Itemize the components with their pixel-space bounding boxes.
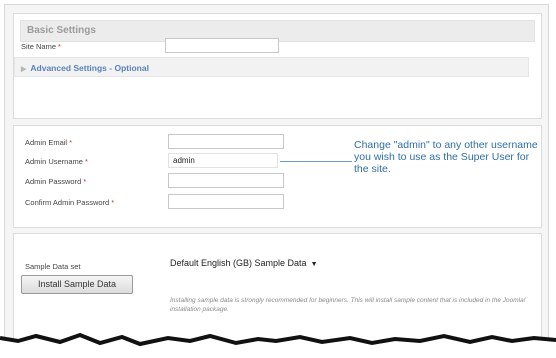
admin-email-label-text: Admin Email bbox=[25, 138, 68, 147]
admin-username-input[interactable]: admin bbox=[168, 153, 278, 168]
sample-data-note: Installing sample data is strongly recom… bbox=[170, 297, 526, 313]
admin-username-label: Admin Username * bbox=[25, 157, 88, 166]
required-mark: * bbox=[84, 157, 88, 166]
username-callout: Change "admin" to any other username you… bbox=[354, 139, 538, 175]
confirm-password-label: Confirm Admin Password * bbox=[25, 198, 114, 207]
site-name-label: Site Name * bbox=[21, 42, 61, 51]
callout-connector-line bbox=[280, 161, 352, 162]
required-mark: * bbox=[83, 177, 87, 186]
required-mark: * bbox=[69, 138, 73, 147]
admin-username-label-text: Admin Username bbox=[25, 157, 83, 166]
sample-data-selected: Default English (GB) Sample Data bbox=[170, 258, 307, 268]
dropdown-arrow-icon: ▼ bbox=[310, 261, 318, 268]
sample-data-select[interactable]: Default English (GB) Sample Data ▼ bbox=[170, 258, 318, 268]
admin-password-label: Admin Password * bbox=[25, 177, 86, 186]
confirm-password-label-text: Confirm Admin Password bbox=[25, 198, 110, 207]
site-name-input[interactable] bbox=[165, 38, 279, 53]
torn-edge-graphic bbox=[0, 332, 556, 358]
admin-email-label: Admin Email * bbox=[25, 138, 72, 147]
advanced-settings-toggle[interactable]: ▶ Advanced Settings - Optional bbox=[14, 57, 529, 77]
confirm-password-input[interactable] bbox=[168, 194, 284, 209]
sample-data-label: Sample Data set bbox=[25, 262, 81, 271]
admin-password-label-text: Admin Password bbox=[25, 177, 82, 186]
install-sample-data-button[interactable]: Install Sample Data bbox=[21, 275, 133, 294]
required-mark: * bbox=[58, 42, 61, 51]
admin-password-input[interactable] bbox=[168, 173, 284, 188]
required-mark: * bbox=[111, 198, 115, 207]
expand-triangle-icon: ▶ bbox=[21, 66, 27, 73]
site-name-label-text: Site Name bbox=[21, 42, 57, 51]
admin-email-input[interactable] bbox=[168, 134, 284, 149]
advanced-settings-label: Advanced Settings - Optional bbox=[30, 63, 149, 73]
